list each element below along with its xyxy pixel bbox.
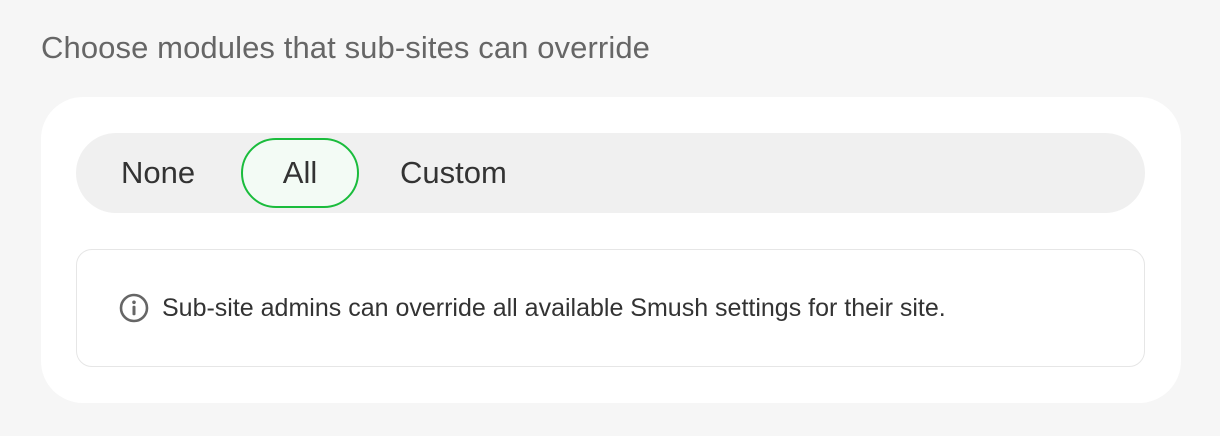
info-icon bbox=[119, 293, 149, 323]
page: Choose modules that sub-sites can overri… bbox=[0, 0, 1220, 436]
settings-card: None All Custom Sub-site admins can over… bbox=[41, 97, 1181, 403]
info-notice: Sub-site admins can override all availab… bbox=[76, 249, 1145, 367]
option-custom[interactable]: Custom bbox=[400, 138, 507, 208]
option-all-selected[interactable]: All bbox=[241, 138, 359, 208]
option-none[interactable]: None bbox=[121, 138, 195, 208]
section-heading: Choose modules that sub-sites can overri… bbox=[41, 30, 651, 65]
override-mode-segmented-control: None All Custom bbox=[76, 133, 1145, 213]
notice-text: Sub-site admins can override all availab… bbox=[162, 294, 946, 322]
